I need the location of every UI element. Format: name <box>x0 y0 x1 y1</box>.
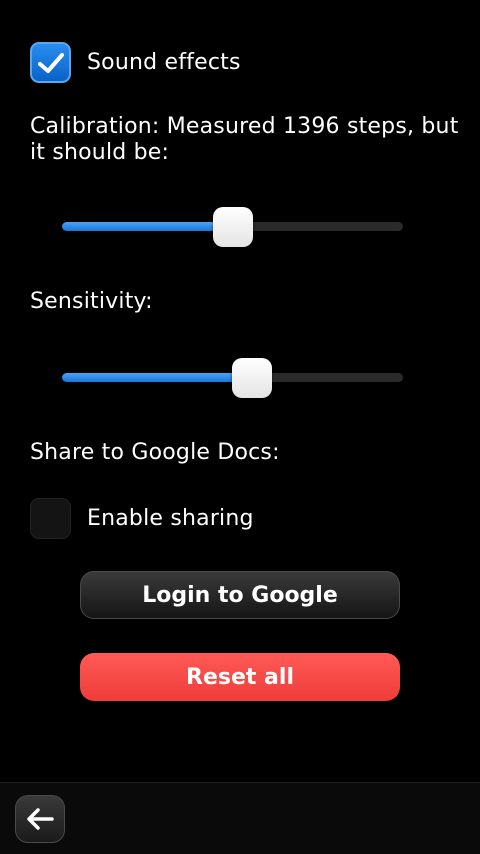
checkmark-icon <box>37 52 64 73</box>
sensitivity-label: Sensitivity: <box>30 289 153 314</box>
sound-effects-row[interactable]: Sound effects <box>30 42 241 83</box>
back-arrow-icon <box>27 808 54 830</box>
slider-handle[interactable] <box>231 358 272 398</box>
slider-fill <box>62 222 233 231</box>
settings-screen: Sound effects Calibration: Measured 1396… <box>0 0 480 854</box>
enable-sharing-label: Enable sharing <box>87 506 254 531</box>
share-label: Share to Google Docs: <box>30 440 280 465</box>
calibration-slider[interactable] <box>62 207 403 247</box>
sound-effects-label: Sound effects <box>87 50 241 75</box>
slider-handle[interactable] <box>212 207 253 247</box>
calibration-label: Calibration: Measured 1396 steps, but it… <box>30 114 459 165</box>
enable-sharing-checkbox[interactable] <box>30 498 71 539</box>
back-button[interactable] <box>15 795 65 843</box>
bottom-toolbar <box>0 782 480 854</box>
reset-all-button[interactable]: Reset all <box>80 653 400 701</box>
login-button[interactable]: Login to Google <box>80 571 400 619</box>
sound-effects-checkbox[interactable] <box>30 42 71 83</box>
sensitivity-slider[interactable] <box>62 358 403 398</box>
slider-fill <box>62 373 252 382</box>
enable-sharing-row[interactable]: Enable sharing <box>30 498 254 539</box>
